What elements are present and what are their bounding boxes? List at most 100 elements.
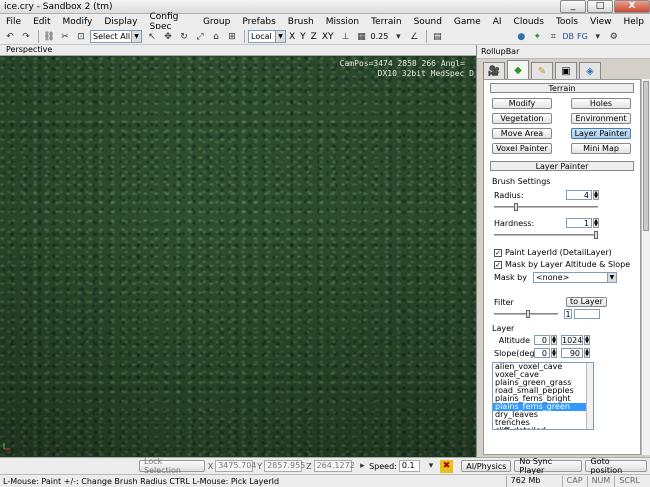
list-item[interactable]: cliff_detailed: [493, 427, 593, 430]
menu-tools[interactable]: Tools: [550, 17, 584, 27]
terrain-snap-icon[interactable]: ⌂: [209, 30, 223, 43]
slope-min-input[interactable]: 0: [534, 348, 550, 358]
radius-slider[interactable]: [494, 203, 598, 211]
y-coordinate-field[interactable]: 2857.955: [264, 460, 305, 472]
rollup-scrollbar-thumb[interactable]: [643, 81, 649, 231]
altitude-max-input[interactable]: 1024: [561, 335, 583, 345]
filter-input[interactable]: 1: [564, 309, 572, 319]
align-icon[interactable]: ⊥: [339, 30, 353, 43]
filter-slider-thumb[interactable]: [526, 310, 530, 318]
x-coordinate-field[interactable]: 3475.704: [215, 460, 256, 472]
axis-xy-button[interactable]: XY: [322, 32, 334, 42]
menu-help[interactable]: Help: [617, 17, 650, 27]
menu-ai[interactable]: AI: [487, 17, 508, 27]
slope-max-input[interactable]: 90: [561, 348, 583, 358]
altitude-min-spinner[interactable]: ▲ ▼: [551, 335, 557, 345]
mask-altitude-checkbox[interactable]: ✓: [494, 260, 502, 269]
layer-painter-section-header[interactable]: Layer Painter: [490, 161, 634, 171]
perspective-viewport[interactable]: Perspective CamPos=3474 2858 266 Angl= D…: [0, 45, 476, 457]
menu-terrain[interactable]: Terrain: [365, 17, 407, 27]
vegetation-button[interactable]: Vegetation: [492, 113, 552, 124]
object-snap-icon[interactable]: ⊞: [225, 30, 239, 43]
tab-layers[interactable]: ◈: [579, 62, 601, 79]
menu-sound[interactable]: Sound: [408, 17, 448, 27]
slope-min-spinner[interactable]: ▲ ▼: [551, 348, 557, 358]
filter-slider[interactable]: [494, 310, 558, 318]
radius-input[interactable]: 4: [566, 190, 592, 200]
angle-snap-icon[interactable]: ∠: [407, 30, 421, 43]
person-icon[interactable]: ✦: [530, 30, 544, 43]
tab-terrain[interactable]: ◆: [507, 60, 529, 79]
redo-icon[interactable]: ↷: [19, 30, 33, 43]
hardness-spinner[interactable]: ▲ ▼: [593, 218, 599, 228]
layer-list[interactable]: alien_voxel_cave voxel_cave plains_green…: [492, 362, 594, 430]
speed-input[interactable]: 0.1: [398, 460, 421, 472]
axis-y-button[interactable]: Y: [300, 32, 306, 42]
modify-button[interactable]: Modify: [492, 98, 552, 109]
menu-brush[interactable]: Brush: [282, 17, 320, 27]
coord-system-select[interactable]: Local ▼: [248, 30, 286, 43]
to-layer-button[interactable]: to Layer: [566, 297, 607, 307]
voxel-painter-button[interactable]: Voxel Painter: [492, 143, 552, 154]
hardness-slider-thumb[interactable]: [594, 231, 598, 239]
radius-spinner[interactable]: ▲ ▼: [593, 190, 599, 200]
chevron-down-icon[interactable]: ▾: [591, 30, 605, 43]
grid-size-value[interactable]: 0.25: [371, 32, 389, 41]
environment-button[interactable]: Environment: [571, 113, 631, 124]
close-button[interactable]: X: [614, 0, 650, 13]
selection-filter-select[interactable]: Select All ▼: [90, 30, 142, 43]
physics-icon[interactable]: ✖: [439, 459, 454, 473]
no-sync-player-button[interactable]: No Sync Player: [514, 457, 583, 475]
select-cursor-icon[interactable]: ↖: [145, 30, 159, 43]
rollup-scrollbar[interactable]: [641, 79, 650, 455]
axis-x-button[interactable]: X: [289, 32, 295, 42]
settings-icon[interactable]: ⚙: [607, 30, 621, 43]
goto-position-button[interactable]: Goto position: [585, 457, 647, 475]
menu-view[interactable]: View: [584, 17, 617, 27]
mini-map-button[interactable]: Mini Map: [571, 143, 631, 154]
menu-modify[interactable]: Modify: [57, 17, 99, 27]
scale-icon[interactable]: ⤢: [193, 30, 207, 43]
ai-physics-button[interactable]: AI/Physics: [461, 460, 512, 472]
hardness-slider[interactable]: [494, 231, 598, 239]
altitude-max-spinner[interactable]: ▲ ▼: [584, 335, 590, 345]
globe-icon[interactable]: ●: [514, 30, 528, 43]
tab-objects[interactable]: 🎥: [483, 62, 505, 79]
move-icon[interactable]: ✥: [161, 30, 175, 43]
menu-group[interactable]: Group: [197, 17, 236, 27]
maximize-button[interactable]: □: [587, 0, 613, 13]
terrain-section-header[interactable]: Terrain: [490, 83, 634, 93]
tab-modelling[interactable]: ✎: [531, 62, 553, 79]
slope-max-spinner[interactable]: ▲ ▼: [584, 348, 590, 358]
lock-selection-button[interactable]: Lock Selection: [139, 457, 205, 475]
holes-button[interactable]: Holes: [571, 98, 631, 109]
menu-prefabs[interactable]: Prefabs: [236, 17, 281, 27]
move-area-button[interactable]: Move Area: [492, 128, 552, 139]
menu-game[interactable]: Game: [448, 17, 487, 27]
menu-display[interactable]: Display: [98, 17, 143, 27]
axis-z-button[interactable]: Z: [311, 32, 317, 42]
menu-file[interactable]: File: [0, 17, 27, 27]
z-coordinate-field[interactable]: 264.1272: [313, 460, 355, 472]
db-button[interactable]: DB: [562, 32, 574, 41]
paint-layer-checkbox[interactable]: ✓: [494, 248, 502, 257]
camera-icon[interactable]: ⌗: [546, 30, 560, 43]
filter-extra-input[interactable]: [574, 309, 600, 319]
link-icon[interactable]: ⛓: [42, 30, 56, 43]
hardness-input[interactable]: 1: [566, 218, 592, 228]
minimize-button[interactable]: _: [560, 0, 586, 13]
menu-edit[interactable]: Edit: [27, 17, 56, 27]
tab-display[interactable]: ▣: [555, 62, 577, 79]
mask-by-select[interactable]: <none> ▼: [532, 272, 617, 283]
layer-list-scrollbar[interactable]: [586, 363, 593, 429]
grid-icon[interactable]: ▦: [355, 30, 369, 43]
altitude-min-input[interactable]: 0: [534, 335, 550, 345]
viewport-header[interactable]: Perspective: [0, 45, 476, 56]
select-filter-icon[interactable]: ⊡: [74, 30, 88, 43]
unlink-icon[interactable]: ✂: [58, 30, 72, 43]
menu-clouds[interactable]: Clouds: [508, 17, 550, 27]
undo-icon[interactable]: ↶: [3, 30, 17, 43]
notes-icon[interactable]: ▤: [430, 30, 444, 43]
speed-dropdown-icon[interactable]: ▾: [424, 460, 438, 473]
layer-painter-button[interactable]: Layer Painter: [571, 128, 631, 139]
